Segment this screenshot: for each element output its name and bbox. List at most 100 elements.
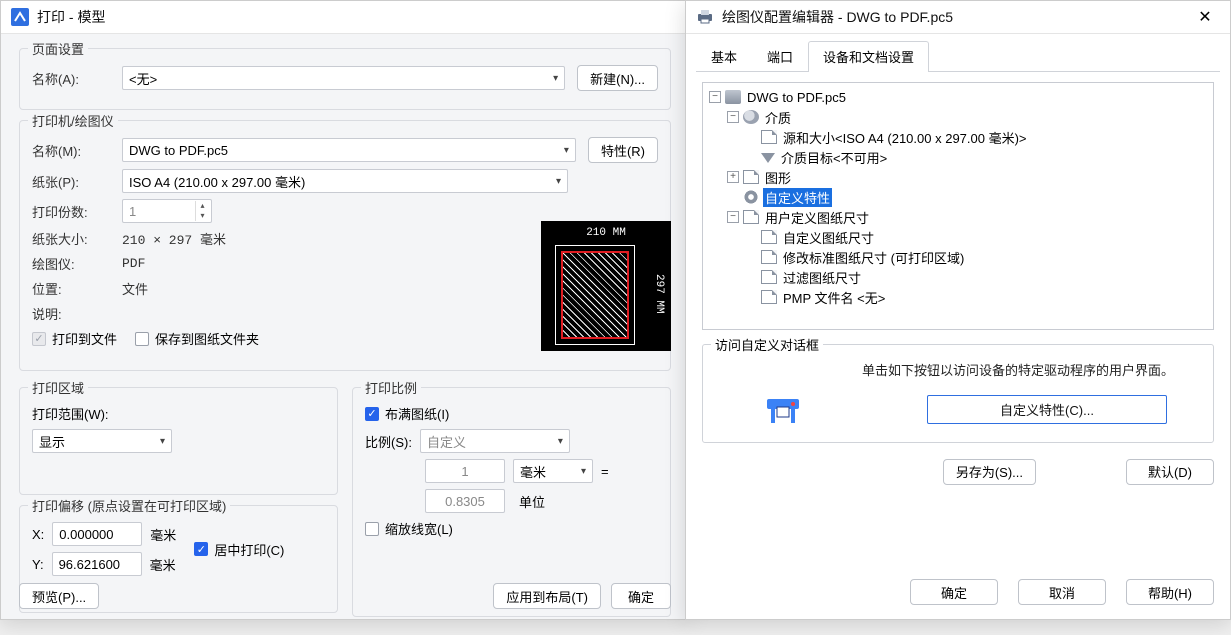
tree-node[interactable]: −介质 — [709, 107, 1207, 127]
custom-dialog-desc: 单击如下按钮以访问设备的特定驱动程序的用户界面。 — [837, 361, 1199, 381]
plotter-label: 绘图仪: — [32, 254, 122, 273]
settings-tree[interactable]: −DWG to PDF.pc5−介质源和大小<ISO A4 (210.00 x … — [702, 82, 1214, 330]
app-icon — [11, 8, 29, 26]
close-button[interactable]: ✕ — [1190, 7, 1220, 27]
offset-x-input[interactable]: 0.000000 — [52, 522, 142, 546]
save-as-button[interactable]: 另存为(S)... — [943, 459, 1036, 485]
printer-name-select[interactable]: DWG to PDF.pc5▾ — [122, 138, 576, 162]
page-setup-name-value: <无> — [129, 69, 157, 88]
new-page-setup-button[interactable]: 新建(N)... — [577, 65, 658, 91]
page-setup-group: 页面设置 名称(A): <无>▾ 新建(N)... — [19, 48, 671, 110]
default-button[interactable]: 默认(D) — [1126, 459, 1214, 485]
tab-bar: 基本 端口 设备和文档设置 — [696, 40, 1220, 72]
spin-down-icon[interactable]: ▾ — [195, 211, 209, 221]
collapse-icon[interactable]: − — [727, 211, 739, 223]
tree-node-label: 自定义图纸尺寸 — [781, 228, 876, 247]
tree-node[interactable]: 源和大小<ISO A4 (210.00 x 297.00 毫米)> — [709, 127, 1207, 147]
cancel-button[interactable]: 取消 — [1018, 579, 1106, 605]
tree-node[interactable]: 自定义特性 — [709, 187, 1207, 207]
media-icon — [743, 110, 759, 124]
tree-node[interactable]: −用户定义图纸尺寸 — [709, 207, 1207, 227]
paper-label: 纸张(P): — [32, 172, 122, 191]
custom-properties-button[interactable]: 自定义特性(C)... — [927, 395, 1167, 424]
tree-node-label: 修改标准图纸尺寸 (可打印区域) — [781, 248, 966, 267]
offset-y-input[interactable]: 96.621600 — [52, 552, 142, 576]
page-icon — [761, 290, 777, 304]
page-setup-legend: 页面设置 — [28, 39, 88, 58]
tree-node[interactable]: −DWG to PDF.pc5 — [709, 87, 1207, 107]
copies-spinner[interactable]: 1 ▴▾ — [122, 199, 212, 223]
scale-unit2-label: 单位 — [513, 492, 593, 511]
tree-node[interactable]: + 图形 — [709, 167, 1207, 187]
scale-num2-input[interactable]: 0.8305 — [425, 489, 505, 513]
tab-port[interactable]: 端口 — [752, 41, 808, 72]
footer-row-2: 确定 取消 帮助(H) — [702, 579, 1214, 605]
printer-icon — [725, 90, 741, 104]
titlebar: 绘图仪配置编辑器 - DWG to PDF.pc5 ✕ — [686, 1, 1230, 34]
tree-spacer — [745, 251, 757, 263]
print-range-select[interactable]: 显示▾ — [32, 429, 172, 453]
spin-up-icon[interactable]: ▴ — [195, 201, 209, 211]
tree-spacer — [745, 291, 757, 303]
tree-node-label: 源和大小<ISO A4 (210.00 x 297.00 毫米)> — [781, 128, 1029, 147]
tree-node-label: 自定义特性 — [763, 188, 832, 207]
tree-node[interactable]: 修改标准图纸尺寸 (可打印区域) — [709, 247, 1207, 267]
collapse-icon[interactable]: − — [727, 111, 739, 123]
page-icon — [761, 230, 777, 244]
collapse-icon[interactable]: − — [709, 91, 721, 103]
page-icon — [761, 270, 777, 284]
preview-button[interactable]: 预览(P)... — [19, 583, 99, 609]
save-to-folder-checkbox[interactable]: 保存到图纸文件夹 — [135, 329, 259, 348]
window-title: 打印 - 模型 — [37, 7, 105, 27]
desc-label: 说明: — [32, 304, 122, 323]
scale-select[interactable]: 自定义▾ — [420, 429, 570, 453]
chevron-down-icon: ▾ — [160, 436, 165, 447]
tree-node-label: 介质目标<不可用> — [779, 148, 889, 167]
fit-to-paper-checkbox[interactable]: ✓布满图纸(I) — [365, 404, 449, 423]
checkbox-icon — [365, 522, 379, 536]
tree-node-label: 图形 — [763, 168, 793, 187]
tab-basic[interactable]: 基本 — [696, 41, 752, 72]
tab-device-doc[interactable]: 设备和文档设置 — [808, 41, 929, 72]
tree-node[interactable]: PMP 文件名 <无> — [709, 287, 1207, 307]
tree-node-label: PMP 文件名 <无> — [781, 288, 887, 307]
dialog-footer: 预览(P)... 应用到布局(T) 确定 — [19, 583, 671, 609]
scale-num1-input[interactable]: 1 — [425, 459, 505, 483]
filter-icon — [761, 153, 775, 163]
help-button[interactable]: 帮助(H) — [1126, 579, 1214, 605]
tree-spacer — [745, 131, 757, 143]
scale-lineweight-label: 缩放线宽(L) — [385, 519, 453, 538]
plotter-value: PDF — [122, 256, 145, 271]
ok-button[interactable]: 确定 — [910, 579, 998, 605]
titlebar: 打印 - 模型 — [1, 1, 689, 34]
copies-value: 1 — [129, 204, 136, 219]
chevron-down-icon: ▾ — [553, 73, 558, 84]
expand-icon[interactable]: + — [727, 171, 739, 183]
center-print-checkbox[interactable]: ✓居中打印(C) — [194, 540, 284, 559]
tree-node[interactable]: 自定义图纸尺寸 — [709, 227, 1207, 247]
fit-to-paper-label: 布满图纸(I) — [385, 404, 449, 423]
printer-icon — [696, 8, 714, 26]
page-icon — [743, 210, 759, 224]
paper-size-label: 纸张大小: — [32, 229, 122, 248]
scale-unit1-select[interactable]: 毫米▾ — [513, 459, 593, 483]
ok-button[interactable]: 确定 — [611, 583, 671, 609]
print-to-file-checkbox: ✓打印到文件 — [32, 329, 117, 348]
window-title: 绘图仪配置编辑器 - DWG to PDF.pc5 — [722, 7, 953, 27]
where-label: 位置: — [32, 279, 122, 298]
offset-x-unit: 毫米 — [150, 525, 176, 544]
print-to-file-label: 打印到文件 — [52, 329, 117, 348]
custom-dialog-group: 访问自定义对话框 单击如下按钮以访问设备的特定驱动程序的用户界面。 自定义特性(… — [702, 344, 1214, 443]
tree-node[interactable]: 介质目标<不可用> — [709, 147, 1207, 167]
scale-lineweight-checkbox[interactable]: 缩放线宽(L) — [365, 519, 453, 538]
scale-label: 比例(S): — [365, 432, 412, 451]
printer-properties-button[interactable]: 特性(R) — [588, 137, 658, 163]
page-setup-name-select[interactable]: <无> ▾ — [122, 66, 565, 90]
checkbox-icon: ✓ — [194, 542, 208, 556]
copies-label: 打印份数: — [32, 202, 122, 221]
page-icon — [743, 170, 759, 184]
paper-select[interactable]: ISO A4 (210.00 x 297.00 毫米)▾ — [122, 169, 568, 193]
tree-node[interactable]: 过滤图纸尺寸 — [709, 267, 1207, 287]
offset-y-unit: 毫米 — [150, 555, 176, 574]
apply-to-layout-button[interactable]: 应用到布局(T) — [493, 583, 601, 609]
